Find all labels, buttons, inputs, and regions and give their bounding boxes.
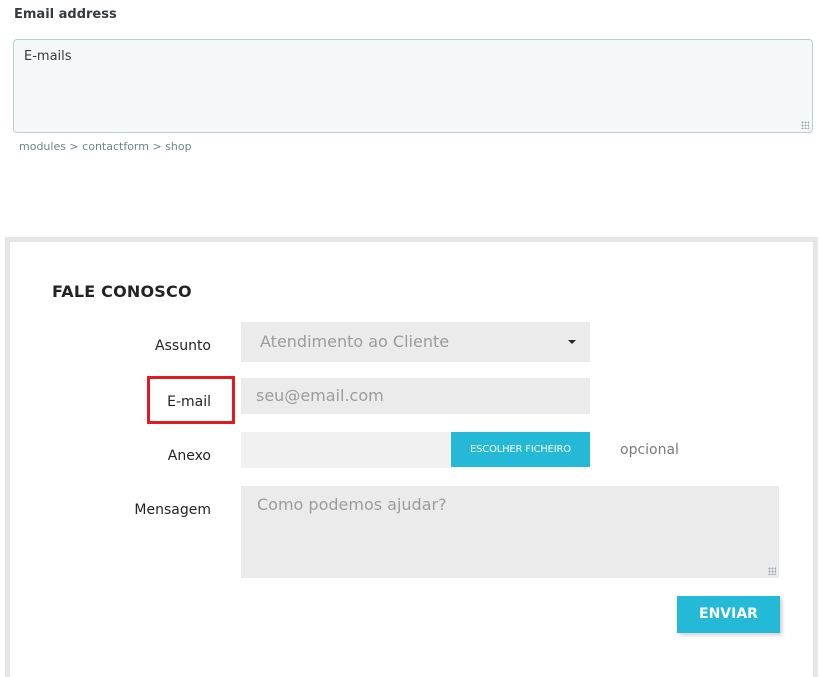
resize-grip-icon[interactable] [801, 121, 809, 129]
choose-file-button[interactable]: ESCOLHER FICHEIRO [451, 432, 590, 467]
resize-grip-icon[interactable] [768, 567, 776, 575]
config-email-value: E-mails [24, 49, 72, 64]
email-highlight-box [147, 376, 235, 424]
form-title: FALE CONOSCO [52, 282, 192, 301]
email-input[interactable]: seu@email.com [241, 378, 590, 414]
message-label: Mensagem [134, 502, 211, 518]
message-textarea[interactable]: Como podemos ajudar? [241, 486, 779, 578]
message-placeholder: Como podemos ajudar? [257, 495, 447, 514]
subject-select[interactable]: Atendimento ao Cliente [241, 322, 590, 362]
config-email-textarea[interactable]: E-mails [13, 39, 813, 133]
contact-form-preview: FALE CONOSCO Assunto Atendimento ao Clie… [5, 237, 818, 677]
attachment-file-field[interactable] [241, 432, 451, 468]
attachment-optional-text: opcional [620, 442, 679, 458]
attachment-label: Anexo [167, 448, 211, 464]
config-helper-text: modules > contactform > shop [19, 140, 192, 153]
email-placeholder: seu@email.com [256, 386, 384, 405]
subject-label: Assunto [155, 338, 211, 354]
submit-button[interactable]: ENVIAR [677, 596, 780, 633]
config-email-label: Email address [14, 7, 117, 22]
subject-value: Atendimento ao Cliente [260, 332, 450, 351]
caret-down-icon [568, 340, 576, 344]
